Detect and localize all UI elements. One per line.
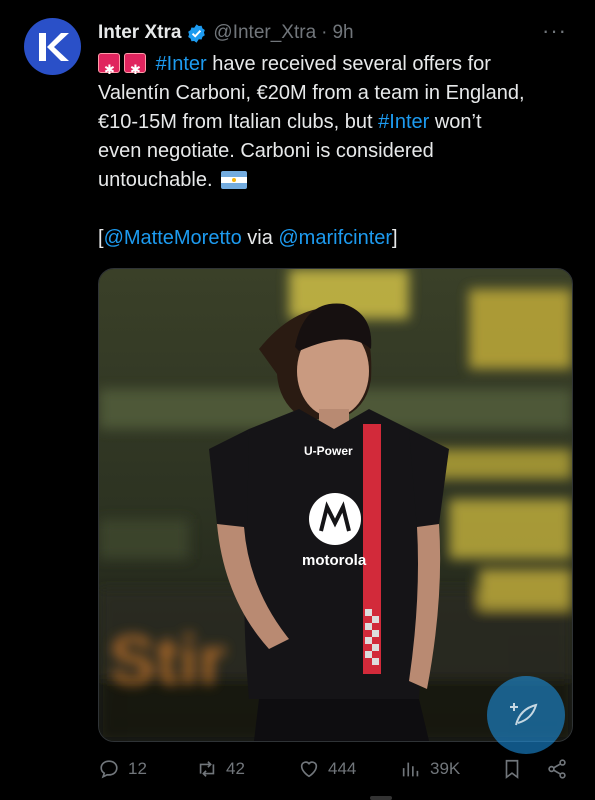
share-button[interactable] <box>546 758 576 780</box>
bookmark-button[interactable] <box>501 758 531 780</box>
bookmark-icon <box>505 759 519 779</box>
author-handle[interactable]: @Inter_Xtra <box>213 22 316 44</box>
views-button[interactable]: 39K <box>400 758 460 780</box>
credit-via: via <box>241 227 279 249</box>
repost-button[interactable]: 42 <box>196 758 245 780</box>
mention-mattemoretto[interactable]: @MatteMoretto <box>104 227 242 249</box>
author-name[interactable]: Inter Xtra <box>98 22 181 44</box>
views-icon <box>402 762 419 777</box>
share-icon <box>548 759 566 779</box>
tweet-header: Inter Xtra @Inter_Xtra · 9h <box>98 20 573 46</box>
views-count: 39K <box>430 759 461 778</box>
like-button[interactable]: 444 <box>298 758 356 780</box>
bracket-close: ] <box>392 227 398 249</box>
verified-badge-icon <box>188 23 206 43</box>
tweet-text: #Inter have received several offers for … <box>98 50 576 253</box>
text-line-3b: won’t <box>429 111 482 133</box>
hashtag-inter[interactable]: #Inter <box>156 53 207 75</box>
tweet-actions: 12 42 444 39K <box>98 758 578 788</box>
text-line-4: even negotiate. Carboni is considered <box>98 140 434 162</box>
home-indicator <box>370 796 392 800</box>
compose-icon <box>510 703 538 726</box>
author-avatar[interactable] <box>24 18 81 75</box>
more-icon[interactable]: ··· <box>542 20 567 42</box>
like-count: 444 <box>328 759 357 778</box>
avatar-logo-icon <box>38 32 69 61</box>
siren-emoji-icon <box>124 53 146 84</box>
sponsor-motorola: motorola <box>302 552 367 569</box>
tweet-timestamp[interactable]: 9h <box>332 22 353 44</box>
mention-marifcinter[interactable]: @marifcinter <box>278 227 392 249</box>
background-sign: Stir <box>109 621 226 699</box>
text-line-1: have received several offers for <box>206 53 491 75</box>
reply-count: 12 <box>128 759 147 778</box>
tweet[interactable]: Inter Xtra @Inter_Xtra · 9h ··· #Inter h… <box>0 0 595 800</box>
hashtag-inter-2[interactable]: #Inter <box>378 111 429 133</box>
sponsor-upower: U-Power <box>304 444 353 458</box>
repost-count: 42 <box>226 759 245 778</box>
repost-icon <box>199 761 215 777</box>
like-icon <box>300 761 318 778</box>
compose-button[interactable] <box>487 676 565 754</box>
reply-icon <box>100 760 118 779</box>
reply-button[interactable]: 12 <box>98 758 147 780</box>
argentina-flag-icon <box>221 171 248 189</box>
credit-line: [@MatteMoretto via @marifcinter] <box>98 224 576 253</box>
text-line-2: Valentín Carboni, €20M from a team in En… <box>98 82 525 104</box>
separator-dot: · <box>321 22 328 43</box>
siren-emoji-icon <box>98 53 120 84</box>
text-line-5: untouchable. <box>98 169 213 191</box>
text-line-3a: €10-15M from Italian clubs, but <box>98 111 379 133</box>
tweet-media-image[interactable]: Stir U-Power motorola <box>98 268 573 742</box>
